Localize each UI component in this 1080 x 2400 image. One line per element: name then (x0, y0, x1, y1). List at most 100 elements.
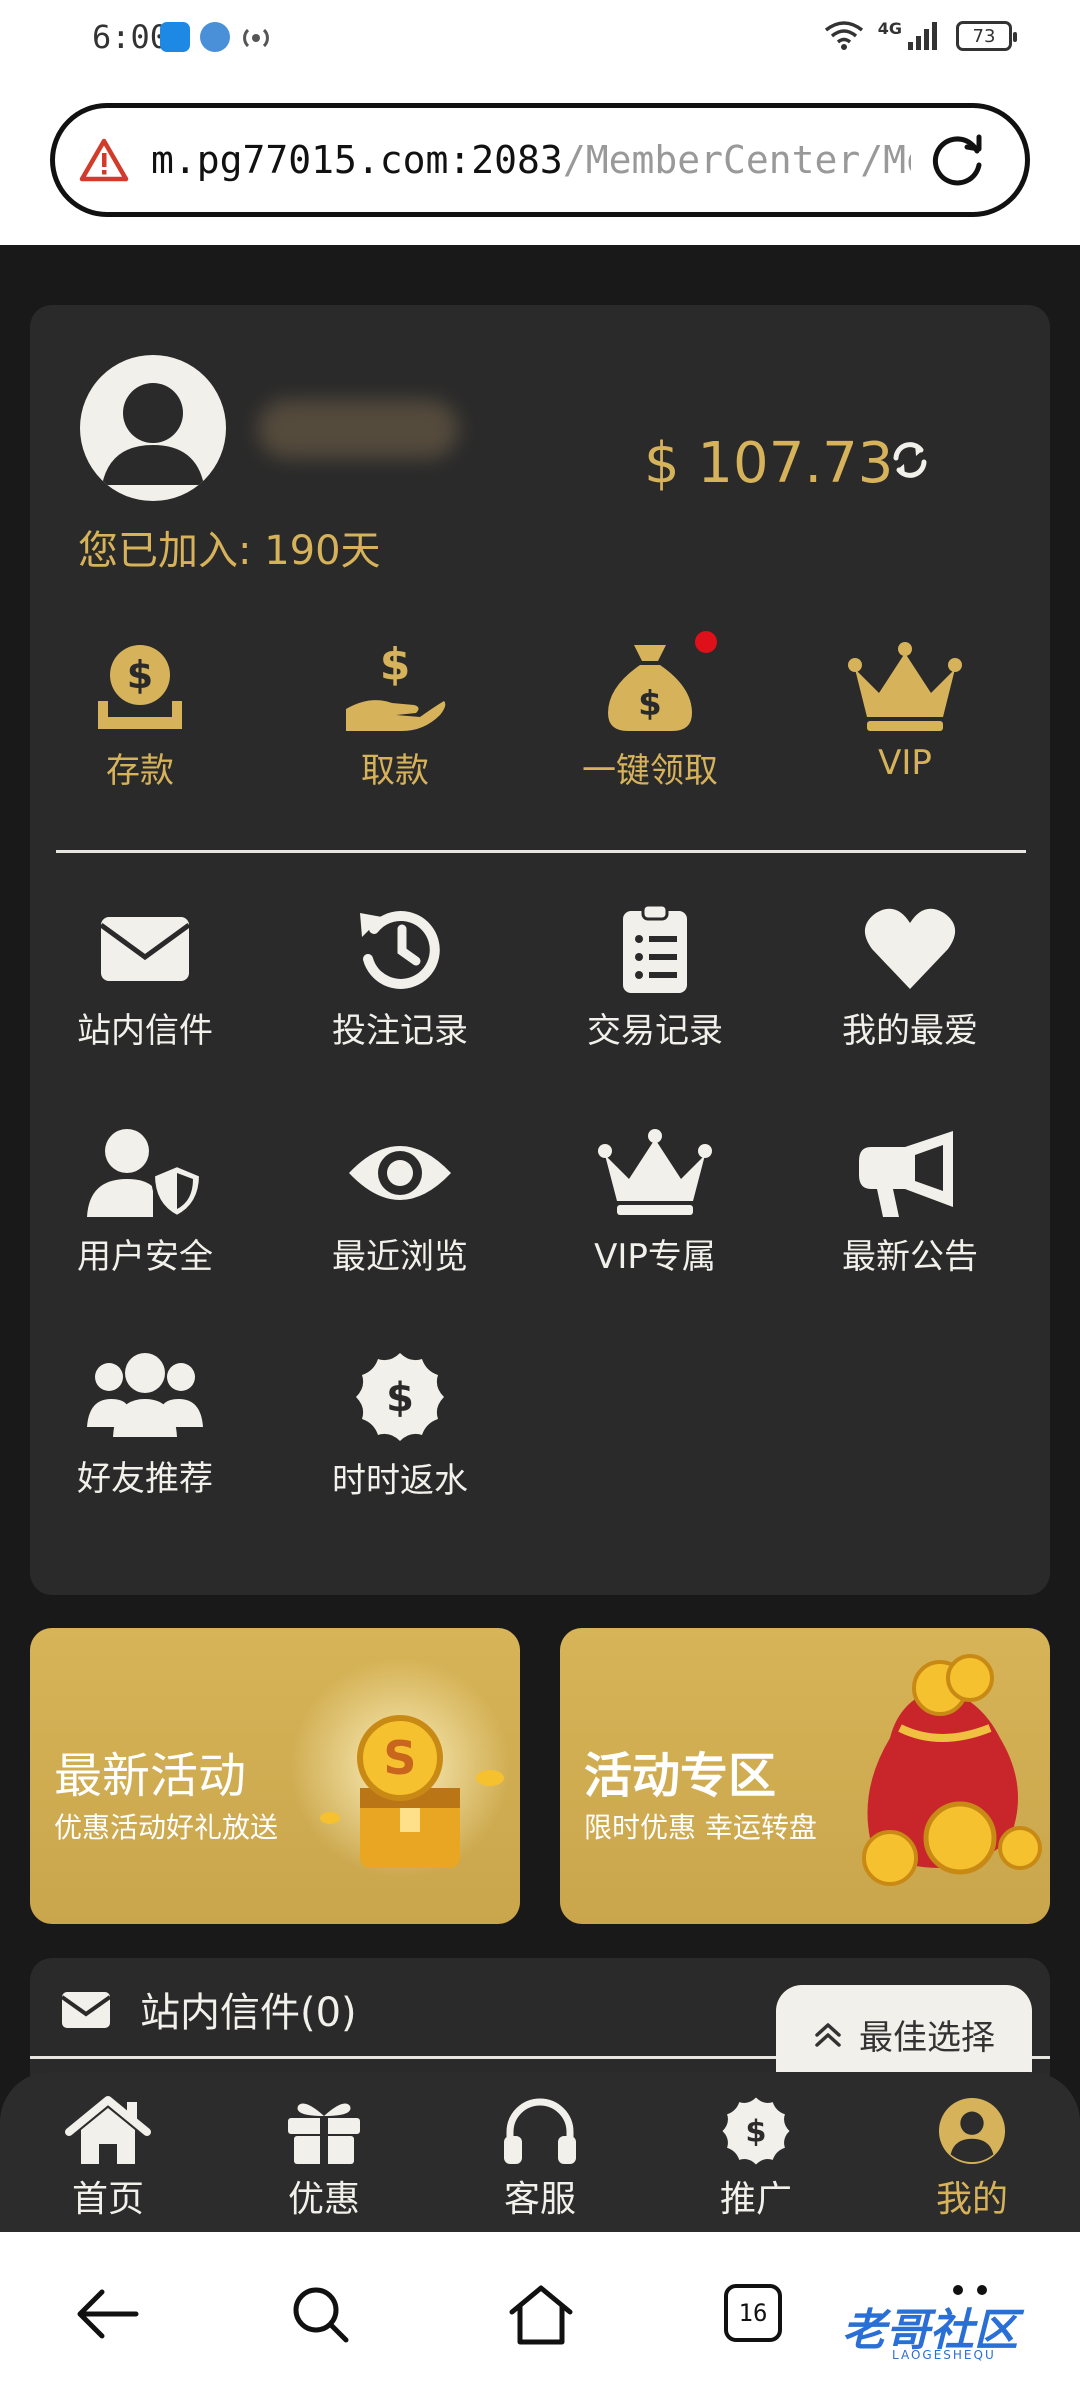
gift-icon (288, 2103, 360, 2164)
menu-rebate[interactable]: $ 时时返水 (285, 1351, 515, 1502)
treasure-chest-illustration: S (290, 1658, 510, 1878)
menu-transactions[interactable]: 交易记录 (540, 903, 770, 1052)
joined-days: 您已加入: 190天 (78, 528, 381, 574)
tab-support[interactable]: 客服 (460, 2096, 620, 2222)
tabs-counter[interactable]: 16 (724, 2284, 782, 2342)
svg-text:$: $ (745, 2115, 766, 2150)
mailbox-title[interactable]: 站内信件(0) (140, 1980, 357, 2038)
watermark-sub: LAOGESHEQU (892, 2348, 996, 2362)
menu-recent[interactable]: 最近浏览 (285, 1127, 515, 1278)
status-right: 4G 73 (824, 18, 1017, 52)
avatar[interactable] (80, 355, 226, 501)
user-icon (102, 383, 204, 485)
balance: $ 107.73 (644, 431, 894, 496)
url-text[interactable]: m.pg77015.com:2083/MemberCenter/Mo (151, 138, 911, 182)
menu-messages-label: 站内信件 (77, 1011, 213, 1051)
headset-icon (504, 2098, 576, 2164)
svg-text:$: $ (638, 684, 662, 724)
megaphone-icon (859, 1131, 953, 1217)
withdraw-icon: $ (346, 639, 446, 731)
banner-event-zone[interactable]: 活动专区 限时优惠 幸运转盘 (560, 1628, 1050, 1924)
banner-latest-events-subtitle: 优惠活动好礼放送 (54, 1811, 279, 1844)
search-icon[interactable] (290, 2284, 350, 2344)
clipboard-list-icon (623, 903, 687, 993)
quick-actions: $ 存款 $ 取款 $ 一键领取 VIP (30, 631, 1050, 805)
battery-level: 73 (972, 25, 996, 47)
notification-dot (695, 631, 717, 653)
svg-text:$: $ (386, 1375, 414, 1421)
tab-promotions[interactable]: 优惠 (244, 2096, 404, 2222)
url-path: /MemberCenter/Mo (562, 138, 911, 182)
status-bar: 6:00 4G 73 (0, 0, 1080, 78)
notification-icons (160, 22, 272, 54)
vip-label: VIP (878, 743, 932, 783)
tab-promote-label: 推广 (719, 2179, 792, 2220)
withdraw-label: 取款 (361, 751, 429, 791)
svg-text:S: S (383, 1731, 416, 1785)
divider (56, 850, 1026, 853)
deposit-icon: $ (98, 645, 182, 729)
user-circle-icon (938, 2097, 1006, 2165)
address-bar[interactable]: m.pg77015.com:2083/MemberCenter/Mo (50, 103, 1030, 217)
deposit-button[interactable]: $ 存款 (30, 635, 250, 792)
app-notification-icon (160, 22, 190, 52)
menu-rebate-label: 时时返水 (332, 1461, 468, 1501)
users-icon (87, 1353, 203, 1437)
deposit-label: 存款 (106, 751, 174, 791)
wifi-icon (824, 21, 863, 50)
tab-mine[interactable]: 我的 (892, 2096, 1052, 2222)
refresh-balance-icon[interactable] (890, 440, 930, 480)
tab-home-label: 首页 (71, 2179, 144, 2220)
menu-referral[interactable]: 好友推荐 (30, 1351, 260, 1500)
menu-security[interactable]: 用户安全 (30, 1127, 260, 1278)
dollar-badge-icon: $ (722, 2097, 790, 2165)
svg-text:$: $ (127, 653, 153, 697)
menu-bet-history-label: 投注记录 (332, 1011, 468, 1051)
banner-latest-events[interactable]: S 最新活动 优惠活动好礼放送 (30, 1628, 520, 1924)
url-host: m.pg77015.com:2083 (151, 138, 563, 182)
back-icon[interactable] (76, 2284, 140, 2344)
member-card: 您已加入: 190天 $ 107.73 $ 存款 $ 取款 $ 一键领取 VIP… (30, 305, 1050, 1595)
svg-text:$: $ (380, 639, 411, 690)
withdraw-button[interactable]: $ 取款 (285, 635, 505, 792)
banner-latest-events-title: 最新活动 (54, 1748, 247, 1804)
tab-home[interactable]: 首页 (28, 2096, 188, 2222)
dollar-badge-icon: $ (356, 1353, 444, 1441)
menu-bet-history[interactable]: 投注记录 (285, 903, 515, 1052)
menu-favorites[interactable]: 我的最爱 (795, 903, 1025, 1052)
vip-button[interactable]: VIP (795, 635, 1015, 783)
banner-event-zone-title: 活动专区 (584, 1748, 777, 1804)
reload-icon[interactable] (927, 129, 989, 191)
menu-messages[interactable]: 站内信件 (30, 903, 260, 1052)
tabs-count: 16 (738, 2299, 768, 2327)
menu-announcements[interactable]: 最新公告 (795, 1127, 1025, 1278)
menu-recent-label: 最近浏览 (332, 1237, 468, 1277)
money-bag-icon: $ (608, 645, 692, 731)
chevron-up-icon (815, 2023, 841, 2047)
bottom-tab-bar: 首页 优惠 客服 $ 推广 我的 (0, 2072, 1080, 2232)
claim-all-button[interactable]: $ 一键领取 (540, 631, 760, 792)
best-choice-label: 最佳选择 (859, 2017, 995, 2058)
tab-support-label: 客服 (503, 2179, 576, 2220)
history-icon (360, 911, 440, 989)
menu-referral-label: 好友推荐 (77, 1459, 213, 1499)
system-nav-bar: 16 老哥社区 LAOGESHEQU (0, 2232, 1080, 2400)
menu-vip-exclusive-label: VIP专属 (594, 1237, 716, 1277)
tab-promotions-label: 优惠 (287, 2179, 360, 2220)
user-shield-icon (87, 1129, 204, 1219)
status-time: 6:00 (92, 18, 170, 56)
tab-promote[interactable]: $ 推广 (676, 2096, 836, 2222)
menu-dots-icon[interactable] (950, 2282, 990, 2302)
eye-icon (349, 1146, 451, 1200)
menu-security-label: 用户安全 (77, 1237, 213, 1277)
signal-icon (908, 22, 937, 50)
menu-favorites-label: 我的最爱 (842, 1011, 978, 1051)
best-choice-button[interactable]: 最佳选择 (776, 1985, 1032, 2083)
warning-icon[interactable] (79, 137, 129, 183)
menu-vip-exclusive[interactable]: VIP专属 (540, 1127, 770, 1278)
home-icon[interactable] (508, 2284, 574, 2346)
network-label: 4G (877, 18, 902, 38)
claim-all-label: 一键领取 (582, 751, 718, 791)
lucky-bag-illustration (862, 1654, 1042, 1886)
browser-notification-icon (200, 22, 230, 52)
